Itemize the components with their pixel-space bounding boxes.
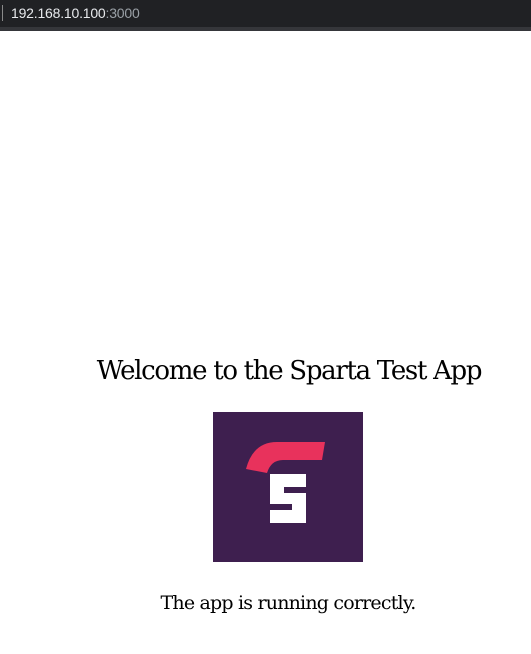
page-title: Welcome to the Sparta Test App xyxy=(96,356,483,386)
sparta-s-logo-icon xyxy=(246,442,325,523)
url-text[interactable]: 192.168.10.100:3000 xyxy=(11,4,140,22)
url-port: :3000 xyxy=(105,5,140,21)
sparta-logo xyxy=(213,412,363,562)
logo-accent-shape xyxy=(246,442,325,473)
text-cursor xyxy=(2,5,3,21)
logo-letter-s xyxy=(270,474,306,523)
status-message: The app is running correctly. xyxy=(160,592,417,614)
url-host: 192.168.10.100 xyxy=(11,5,106,21)
browser-address-bar[interactable]: 192.168.10.100:3000 xyxy=(0,0,531,27)
toolbar-divider xyxy=(0,27,531,31)
